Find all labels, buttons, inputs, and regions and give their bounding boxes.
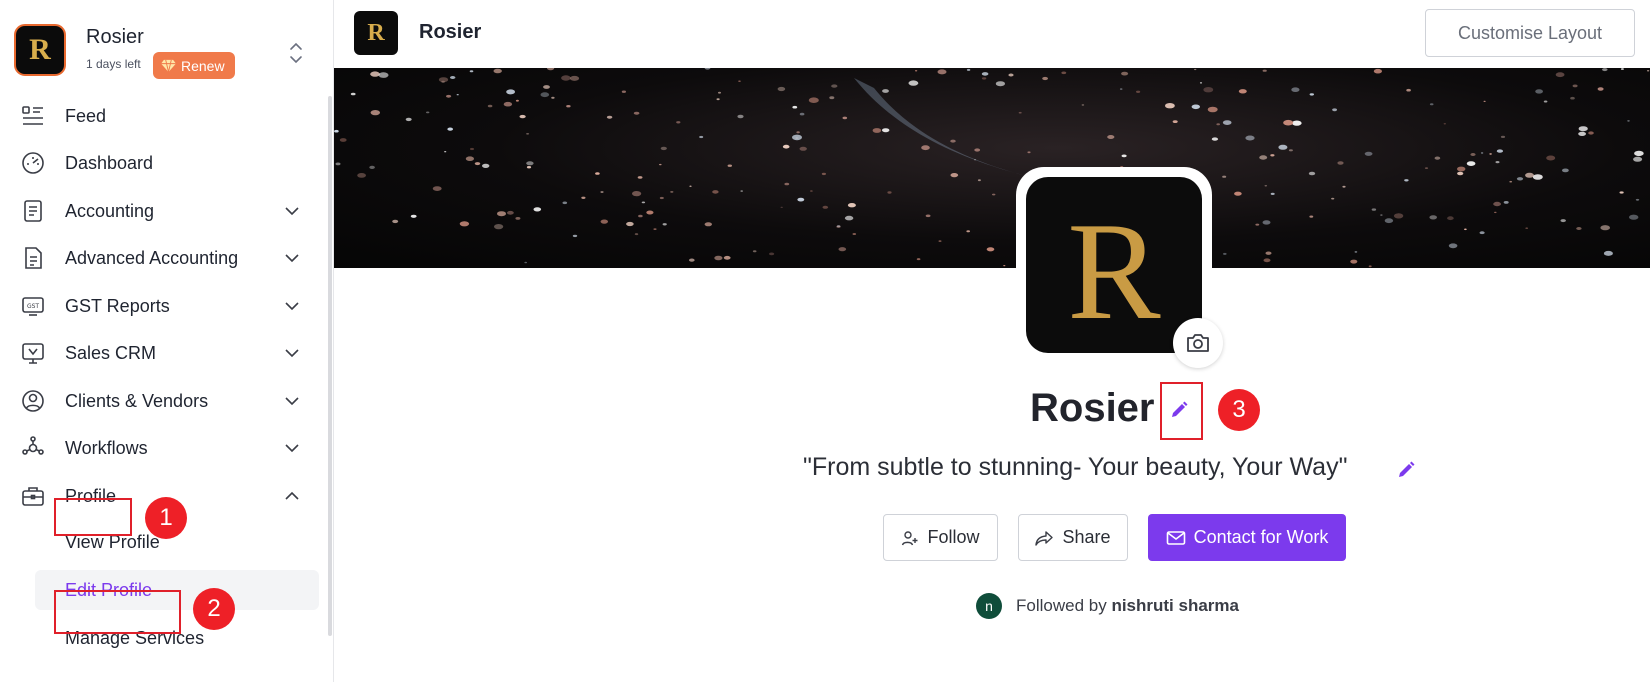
- camera-icon: [1187, 334, 1209, 352]
- trial-days-left: 1 days left: [86, 57, 141, 71]
- follower-name[interactable]: nishruti sharma: [1111, 596, 1239, 615]
- profile-avatar: R: [1026, 177, 1202, 353]
- org-switcher[interactable]: R Rosier 1 days left Renew: [14, 24, 324, 80]
- annotation-badge-1: 1: [145, 497, 187, 539]
- chevron-down-icon: [285, 207, 299, 216]
- clients-icon: [22, 390, 44, 412]
- followed-by: n Followed by nishruti sharma: [976, 592, 1239, 620]
- workflows-icon: [22, 436, 44, 455]
- sidebar-item-label: Dashboard: [65, 153, 154, 173]
- sidebar: R Rosier 1 days left Renew Feed Dashboar…: [0, 0, 334, 682]
- org-logo: R: [14, 24, 66, 76]
- dashboard-icon: [22, 152, 44, 174]
- chevron-up-icon: [285, 491, 299, 500]
- page-title: Rosier: [419, 21, 482, 43]
- contact-label: Contact for Work: [1193, 527, 1329, 547]
- sidebar-item-label: Clients & Vendors: [65, 391, 209, 411]
- sidebar-item-label: Accounting: [65, 201, 155, 221]
- sidebar-item-accounting[interactable]: Accounting: [0, 187, 330, 235]
- sidebar-item-label: Sales CRM: [65, 343, 157, 363]
- profile-name: Rosier: [1030, 386, 1155, 430]
- briefcase-icon: [22, 487, 44, 506]
- chevron-down-icon: [285, 302, 299, 311]
- accounting-icon: [24, 200, 42, 222]
- share-label: Share: [1062, 527, 1111, 547]
- sidebar-item-label: Feed: [65, 106, 107, 126]
- edit-tagline-pencil-icon[interactable]: [1395, 459, 1417, 481]
- annotation-highlight-profile: [54, 498, 132, 536]
- customise-layout-button[interactable]: Customise Layout: [1425, 9, 1635, 57]
- sidebar-item-advanced-accounting[interactable]: Advanced Accounting: [0, 234, 330, 282]
- follow-button[interactable]: Follow: [883, 514, 998, 561]
- crm-icon: [22, 343, 44, 364]
- annotation-highlight-edit-name: [1160, 382, 1203, 440]
- annotation-highlight-edit-profile: [54, 590, 181, 634]
- header-logo: R: [354, 11, 398, 55]
- sidebar-item-label: Advanced Accounting: [65, 248, 239, 268]
- diamond-icon: [161, 59, 176, 72]
- sidebar-item-gst-reports[interactable]: GST GST Reports: [0, 282, 330, 330]
- header-logo-letter: R: [367, 19, 385, 46]
- chevron-down-icon: [285, 397, 299, 406]
- svg-text:GST: GST: [27, 303, 39, 310]
- sidebar-item-clients-vendors[interactable]: Clients & Vendors: [0, 377, 330, 425]
- share-button[interactable]: Share: [1018, 514, 1128, 561]
- advanced-accounting-icon: [25, 247, 42, 269]
- renew-label: Renew: [181, 57, 225, 74]
- org-logo-letter: R: [29, 33, 51, 66]
- cover-sparkles: [334, 68, 1650, 268]
- profile-tagline: "From subtle to stunning- Your beauty, Y…: [803, 453, 1348, 481]
- sidebar-item-dashboard[interactable]: Dashboard: [0, 139, 330, 187]
- followed-by-prefix: Followed by: [1016, 596, 1107, 615]
- add-user-icon: [902, 530, 918, 545]
- cover-image: [334, 68, 1650, 268]
- chevron-down-icon: [285, 349, 299, 358]
- contact-for-work-button[interactable]: Contact for Work: [1148, 514, 1346, 561]
- feed-icon: [22, 106, 43, 125]
- followed-by-text: Followed by nishruti sharma: [1016, 596, 1239, 616]
- org-name: Rosier: [86, 26, 144, 48]
- gst-icon: GST: [22, 297, 44, 316]
- sidebar-item-workflows[interactable]: Workflows: [0, 424, 330, 472]
- follow-label: Follow: [927, 527, 980, 547]
- sidebar-item-feed[interactable]: Feed: [0, 92, 330, 140]
- sidebar-item-label: GST Reports: [65, 296, 170, 316]
- top-header: R Rosier Customise Layout: [334, 0, 1650, 68]
- change-photo-button[interactable]: [1173, 318, 1223, 368]
- chevron-down-icon: [285, 254, 299, 263]
- follower-avatar: n: [976, 593, 1002, 619]
- annotation-badge-2: 2: [193, 588, 235, 630]
- profile-avatar-letter: R: [1067, 194, 1161, 349]
- mail-icon: [1166, 530, 1185, 545]
- share-icon: [1035, 530, 1054, 546]
- sidebar-item-sales-crm[interactable]: Sales CRM: [0, 329, 330, 377]
- renew-button[interactable]: Renew: [153, 52, 235, 79]
- annotation-badge-3: 3: [1218, 389, 1260, 431]
- chevron-updown-icon[interactable]: [286, 40, 306, 66]
- chevron-down-icon: [285, 444, 299, 453]
- sidebar-item-label: Workflows: [65, 438, 148, 458]
